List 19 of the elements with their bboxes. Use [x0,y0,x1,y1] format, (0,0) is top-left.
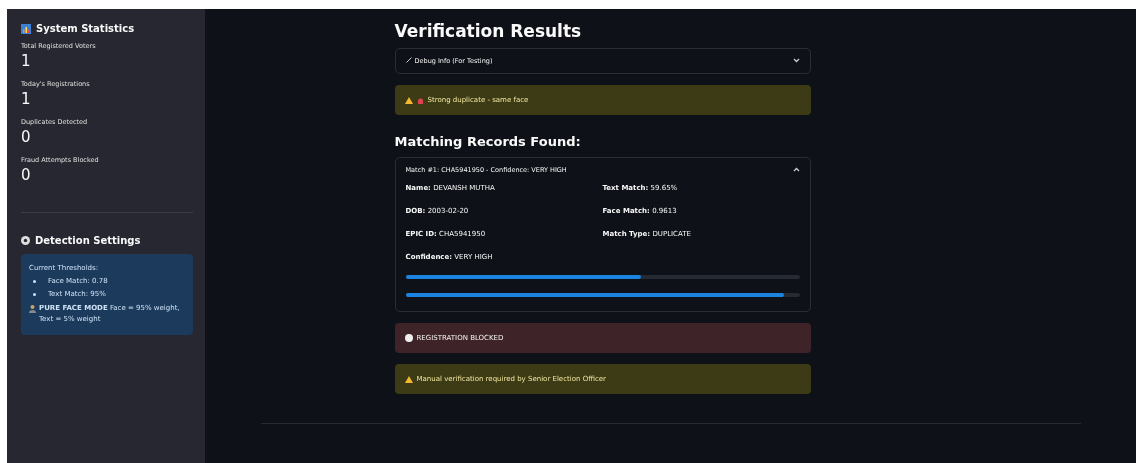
chevron-icon [792,58,800,63]
bullet-icon [33,280,36,283]
siren-icon [416,96,424,104]
page-title: Verification Results [394,21,583,41]
stat-value: 1 [21,90,32,108]
pencil-icon [405,57,412,63]
stat-value: 0 [21,166,32,184]
stat-value: 1 [21,52,32,70]
stat-value: 0 [21,128,32,146]
bullet-icon [33,293,36,296]
section-heading: Matching Records Found: [394,134,582,149]
chevron-icon [792,167,800,172]
warning-icon [404,96,413,104]
chart-icon [21,23,31,34]
warning-icon [404,375,413,383]
person-icon [29,305,36,313]
section-title: Detection Settings [35,235,141,246]
stop-icon [404,334,413,342]
section-title: System Statistics [36,23,135,34]
